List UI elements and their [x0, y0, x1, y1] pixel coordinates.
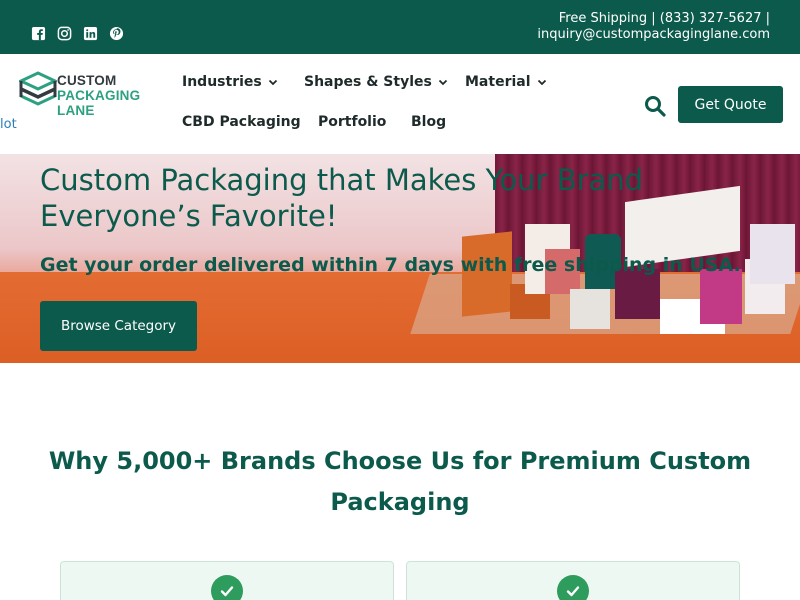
main-header: CUSTOM PACKAGING LANE lot Industries Sha… — [0, 54, 800, 154]
hero-title-line1: Custom Packaging that Makes Your Brand — [40, 163, 644, 197]
search-icon[interactable] — [644, 95, 666, 117]
nav-material[interactable]: Material — [465, 74, 547, 90]
hero-subtitle: Get your order delivered within 7 days w… — [40, 254, 741, 276]
logo[interactable]: CUSTOM PACKAGING LANE — [19, 70, 179, 118]
facebook-icon[interactable] — [30, 25, 46, 41]
nav-blog[interactable]: Blog — [411, 114, 446, 130]
chevron-down-icon — [438, 79, 447, 86]
chevron-down-icon — [537, 79, 546, 86]
feature-card — [60, 561, 394, 600]
browse-category-button[interactable]: Browse Category — [40, 301, 197, 351]
check-circle-icon — [211, 575, 243, 600]
contact-line-email[interactable]: inquiry@custompackaginglane.com — [537, 27, 770, 43]
nav-industries[interactable]: Industries — [182, 74, 278, 90]
contact-info: Free Shipping | (833) 327-5627 | inquiry… — [537, 11, 770, 43]
nav-cbd-packaging[interactable]: CBD Packaging — [182, 114, 301, 130]
nav-industries-label: Industries — [182, 74, 262, 90]
logo-text-packaging-lane: PACKAGING LANE — [57, 88, 141, 118]
feature-card — [406, 561, 740, 600]
get-quote-button[interactable]: Get Quote — [678, 86, 783, 123]
logo-text-custom: CUSTOM — [57, 73, 117, 88]
hero-banner: Custom Packaging that Makes Your Brand E… — [0, 154, 800, 363]
why-section-title: Why 5,000+ Brands Choose Us for Premium … — [40, 441, 760, 523]
instagram-icon[interactable] — [56, 25, 72, 41]
linkedin-icon[interactable] — [82, 25, 98, 41]
nav-material-label: Material — [465, 74, 531, 90]
why-title-line2: Packaging — [330, 488, 470, 516]
contact-line-phone[interactable]: Free Shipping | (833) 327-5627 | — [537, 11, 770, 27]
chevron-down-icon — [268, 79, 277, 86]
social-links — [30, 25, 124, 41]
nav-portfolio[interactable]: Portfolio — [318, 114, 386, 130]
logo-box-icon — [19, 71, 57, 106]
partial-link[interactable]: lot — [0, 117, 17, 132]
nav-shapes-label: Shapes & Styles — [304, 74, 432, 90]
hero-title: Custom Packaging that Makes Your Brand E… — [40, 162, 643, 234]
hero-title-line2: Everyone’s Favorite! — [40, 199, 338, 233]
nav-shapes-styles[interactable]: Shapes & Styles — [304, 74, 448, 90]
check-circle-icon — [557, 575, 589, 600]
top-bar: Free Shipping | (833) 327-5627 | inquiry… — [0, 0, 800, 54]
pinterest-icon[interactable] — [108, 25, 124, 41]
why-title-line1: Why 5,000+ Brands Choose Us for Premium … — [48, 447, 752, 475]
